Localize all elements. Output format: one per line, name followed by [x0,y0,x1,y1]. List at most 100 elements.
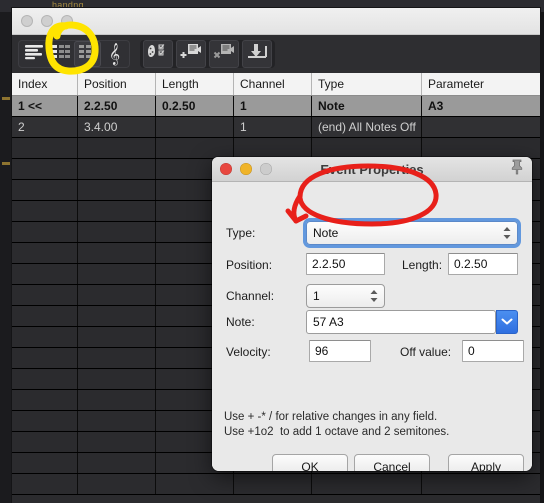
table-header-row: Index Position Length Channel Type Param… [12,73,540,96]
ok-button[interactable]: OK [272,454,348,471]
piano-roll-view-button[interactable] [20,41,47,67]
channel-stepper-icon[interactable] [367,286,380,306]
cell-empty [78,264,156,284]
event-list-view-button[interactable] [74,41,101,67]
cell-empty [78,411,156,431]
off-value-label: Off value: [400,345,452,359]
cell-channel: 1 [234,96,312,116]
table-row[interactable]: 2 3.4.00 1 (end) All Notes Off [12,117,540,138]
notation-view-button[interactable]: 𝄞 [101,41,128,67]
dialog-pin-button[interactable] [506,159,528,179]
note-combobox[interactable]: 57 A3 [306,310,496,334]
cell-empty [78,474,156,494]
window-minimize-button[interactable] [41,15,53,27]
dialog-titlebar[interactable]: Event Properties [212,157,532,182]
velocity-input[interactable]: 96 [309,340,371,362]
cell-empty [78,369,156,389]
cell-empty [78,306,156,326]
note-dropdown-button[interactable] [496,310,518,334]
insert-event-button[interactable] [176,40,206,68]
cell-empty [78,453,156,473]
column-header-type[interactable]: Type [312,73,422,95]
cell-empty [422,474,540,494]
window-titlebar[interactable] [12,8,540,35]
cell-empty [12,348,78,368]
cell-type: (end) All Notes Off [312,117,422,137]
cell-empty [12,285,78,305]
cell-empty [78,327,156,347]
cell-empty [78,390,156,410]
cell-empty [78,432,156,452]
length-label: Length: [402,258,443,272]
window-close-button[interactable] [21,15,33,27]
column-header-position[interactable]: Position [78,73,156,95]
velocity-label: Velocity: [226,345,271,359]
apply-button[interactable]: Apply [448,454,524,471]
window-zoom-button[interactable] [61,15,73,27]
cell-empty [12,159,78,179]
cell-empty [234,138,312,158]
cell-empty [12,432,78,452]
cell-parameter: A3 [428,99,444,113]
position-label: Position: [226,258,273,272]
cell-empty [12,369,78,389]
cell-empty [156,474,234,494]
length-input[interactable]: 0.2.50 [448,253,518,275]
table-row[interactable]: 1 << 2.2.50 0.2.50 1 Note A3 [12,96,540,117]
dialog-body: Type: Note Position: 2.2.50 Length: 0.2.… [212,182,532,471]
cell-empty [78,222,156,242]
cell-empty [12,222,78,242]
cancel-button[interactable]: Cancel [354,454,430,471]
cell-length: 0.2.50 [156,96,234,116]
off-value-input[interactable]: 0 [462,340,524,362]
cell-empty [12,180,78,200]
cell-parameter [422,117,540,137]
cell-empty [312,474,422,494]
cell-empty [78,348,156,368]
type-combobox[interactable]: Note [306,221,518,245]
event-delete-icon [213,43,235,65]
cell-empty [12,243,78,263]
rail-marker [2,97,10,100]
toolbar-group-view-modes: 𝄞 [18,40,130,68]
toolbar-group-event-tools [140,40,275,68]
grid-table-icon [78,44,98,65]
cell-channel: 1 [234,117,312,137]
dialog-minimize-button[interactable] [240,163,252,175]
background-app-right-edge [540,12,544,503]
cell-empty [312,138,422,158]
position-input[interactable]: 2.2.50 [306,253,385,275]
note-label: Note: [226,315,255,329]
piano-roll-icon [24,44,44,65]
event-filter-button[interactable] [143,40,173,68]
event-properties-dialog: Event Properties Type: Note Position: 2.… [212,157,532,471]
pushpin-icon [510,159,524,180]
column-header-length[interactable]: Length [156,73,234,95]
cell-index: 1 << [12,96,78,116]
cell-empty [12,474,78,494]
treble-clef-icon: 𝄞 [108,42,121,65]
cell-empty [12,411,78,431]
cell-empty [12,453,78,473]
type-label: Type: [226,226,256,240]
column-header-channel[interactable]: Channel [234,73,312,95]
cell-empty [156,138,234,158]
collapse-events-button[interactable] [242,40,272,68]
table-row[interactable] [12,138,540,159]
cell-empty [78,243,156,263]
column-header-parameter[interactable]: Parameter [422,73,540,95]
cell-position: 3.4.00 [78,117,156,137]
table-row[interactable] [12,474,540,495]
cell-empty [12,390,78,410]
dialog-close-button[interactable] [220,163,232,175]
down-arrow-box-icon [246,43,268,65]
delete-event-button[interactable] [209,40,239,68]
cell-type: Note [312,96,422,116]
type-stepper-icon[interactable] [500,223,513,243]
percussion-matrix-view-button[interactable] [47,41,74,67]
cell-empty [78,201,156,221]
cell-empty [78,180,156,200]
column-header-index[interactable]: Index [12,73,78,95]
dialog-zoom-button[interactable] [260,163,272,175]
cell-empty [78,159,156,179]
